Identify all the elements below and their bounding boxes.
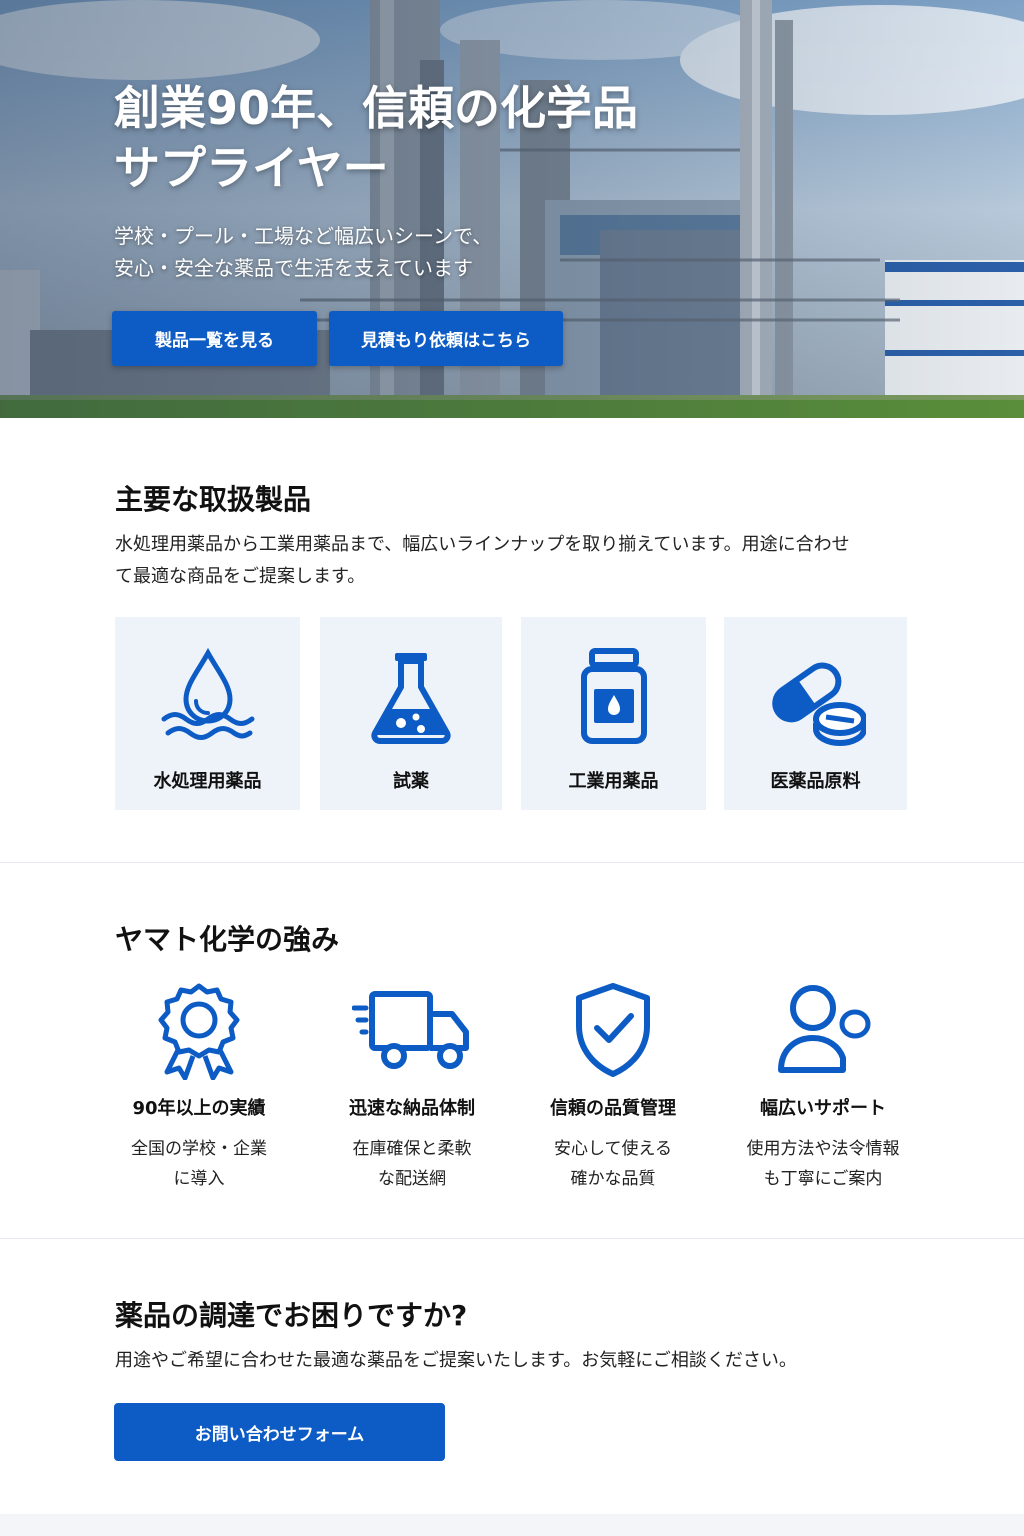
product-card-water-treatment[interactable]: 水処理用薬品 (115, 617, 300, 810)
hero-title-line1: 創業90年、信頼の化学品 (114, 81, 639, 135)
strength-item-quality: 信頼の品質管理 安心して使える 確かな品質 (508, 980, 718, 1189)
contact-form-button[interactable]: お問い合わせフォーム (114, 1403, 445, 1461)
product-label: 医薬品原料 (770, 771, 861, 792)
products-description-line2: て最適な商品をご提案します。 (115, 566, 366, 587)
bottle-icon (580, 648, 647, 744)
products-description-line1: 水処理用薬品から工業用薬品まで、幅広いラインナップを取り揃えています。用途に合わ… (115, 534, 850, 555)
section-divider (0, 1238, 1024, 1239)
delivery-truck-icon (352, 991, 469, 1069)
flask-icon (371, 653, 451, 744)
products-description: 水処理用薬品から工業用薬品まで、幅広いラインナップを取り揃えています。用途に合わ… (115, 529, 915, 593)
strength-desc: 使用方法や法令情報 も丁寧にご案内 (718, 1134, 928, 1194)
products-section-title: 主要な取扱製品 (115, 483, 312, 516)
product-label: 水処理用薬品 (153, 771, 262, 792)
product-card-reagents[interactable]: 試薬 (320, 617, 502, 810)
capsule-pill-icon (771, 662, 866, 746)
strength-desc-line2: な配送網 (378, 1169, 446, 1189)
request-quote-button[interactable]: 見積もり依頼はこちら (329, 311, 563, 366)
strength-desc: 全国の学校・企業 に導入 (94, 1134, 304, 1194)
strength-title: 迅速な納品体制 (349, 1098, 475, 1119)
strength-desc-line1: 使用方法や法令情報 (746, 1139, 900, 1159)
product-label: 試薬 (393, 771, 429, 792)
shield-check-icon (576, 983, 650, 1077)
hero-subtitle: 学校・プール・工場など幅広いシーンで、 安心・安全な薬品で生活を支えています (114, 220, 714, 284)
strength-desc: 安心して使える 確かな品質 (508, 1134, 718, 1194)
product-label: 工業用薬品 (568, 771, 659, 792)
water-drop-icon (161, 647, 254, 740)
strength-item-support: 幅広いサポート 使用方法や法令情報 も丁寧にご案内 (718, 980, 928, 1189)
cta-text: 用途やご希望に合わせた最適な薬品をご提案いたします。お気軽にご相談ください。 (115, 1350, 797, 1371)
strength-title: 信頼の品質管理 (550, 1098, 676, 1119)
strength-desc-line1: 在庫確保と柔軟 (352, 1139, 472, 1159)
view-products-button[interactable]: 製品一覧を見る (112, 311, 317, 366)
support-person-icon (778, 985, 871, 1073)
strength-desc-line2: も丁寧にご案内 (763, 1169, 883, 1189)
footer-strip (0, 1514, 1024, 1536)
strength-title: 90年以上の実績 (132, 1098, 266, 1119)
section-divider (0, 862, 1024, 863)
strength-item-experience: 90年以上の実績 全国の学校・企業 に導入 (94, 980, 304, 1189)
product-card-pharma[interactable]: 医薬品原料 (724, 617, 907, 810)
product-card-industrial[interactable]: 工業用薬品 (521, 617, 706, 810)
hero-title: 創業90年、信頼の化学品 サプライヤー (114, 78, 814, 198)
hero-subtitle-line2: 安心・安全な薬品で生活を支えています (114, 256, 473, 280)
cta-title: 薬品の調達でお困りですか? (115, 1299, 468, 1332)
strength-desc-line2: 確かな品質 (570, 1169, 656, 1189)
strength-item-delivery: 迅速な納品体制 在庫確保と柔軟 な配送網 (307, 980, 517, 1189)
strength-desc-line1: 全国の学校・企業 (131, 1139, 267, 1159)
hero-subtitle-line1: 学校・プール・工場など幅広いシーンで、 (114, 224, 493, 248)
hero-section: 創業90年、信頼の化学品 サプライヤー 学校・プール・工場など幅広いシーンで、 … (0, 0, 1024, 418)
strength-title: 幅広いサポート (760, 1098, 886, 1119)
hero-title-line2: サプライヤー (114, 141, 389, 195)
strength-desc-line2: に導入 (173, 1169, 225, 1189)
award-ribbon-icon (158, 983, 240, 1080)
strength-desc-line1: 安心して使える (554, 1139, 672, 1159)
strengths-section-title: ヤマト化学の強み (115, 923, 340, 956)
strength-desc: 在庫確保と柔軟 な配送網 (307, 1134, 517, 1194)
